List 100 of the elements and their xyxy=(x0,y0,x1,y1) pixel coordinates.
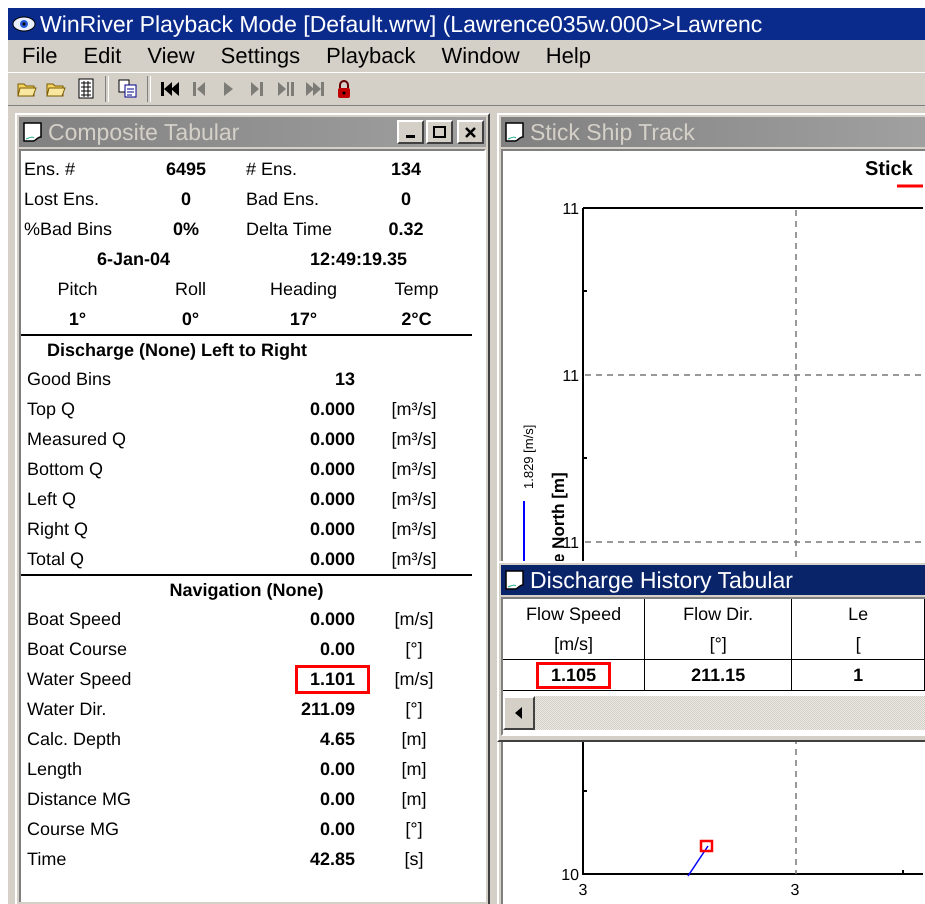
tick-label: 3 xyxy=(578,882,588,899)
field-label: Bottom Q xyxy=(26,458,104,480)
menu-item[interactable]: Edit xyxy=(75,43,130,69)
field-value: 2°C xyxy=(400,308,433,330)
field-value: 42.85 xyxy=(308,848,356,870)
menu-item[interactable]: View xyxy=(139,43,203,69)
track-drawing xyxy=(687,840,714,876)
table-cell: 1.105 xyxy=(536,662,612,688)
unit-label: [°] xyxy=(708,633,728,656)
field-label: Top Q xyxy=(26,398,76,420)
legend-line xyxy=(897,184,923,188)
field-label: Left Q xyxy=(26,488,78,510)
field-value: 0.000 xyxy=(308,518,356,540)
date-value: 6-Jan-04 xyxy=(96,248,172,270)
unit-label: [m³/s] xyxy=(390,518,438,540)
field-label: Calc. Depth xyxy=(26,728,122,750)
tick-label: 11 xyxy=(562,201,579,218)
field-value: 4.65 xyxy=(318,728,356,750)
field-value: 0.00 xyxy=(318,758,356,780)
field-value: 13 xyxy=(334,368,356,390)
field-value: 0.000 xyxy=(308,458,356,480)
tick-label: 10 xyxy=(561,867,579,884)
close-icon xyxy=(465,126,476,138)
field-value: 1° xyxy=(68,308,88,330)
window-title: Composite Tabular xyxy=(48,118,240,146)
field-label: Lost Ens. xyxy=(23,188,100,210)
field-label: %Bad Bins xyxy=(23,218,114,240)
close-button[interactable] xyxy=(457,120,484,144)
window-title: Discharge History Tabular xyxy=(530,566,794,594)
field-label: Pitch xyxy=(56,278,99,300)
field-value: 0 xyxy=(180,188,192,210)
column-header: Le xyxy=(847,603,870,626)
unit-label: [m³/s] xyxy=(390,548,438,570)
scrollbar[interactable] xyxy=(503,696,925,730)
tick-label: 3 xyxy=(790,882,800,899)
field-label: Length xyxy=(26,758,84,780)
field-label: Delta Time xyxy=(245,218,334,240)
table-cell-text: 211.15 xyxy=(690,664,746,686)
unit-label: [m³/s] xyxy=(390,428,438,450)
field-label: Time xyxy=(26,848,68,870)
field-value: 0.32 xyxy=(387,218,425,240)
document-icon xyxy=(22,121,44,143)
minimize-button[interactable] xyxy=(397,120,424,144)
tick-label: 11 xyxy=(562,535,579,552)
minimize-icon xyxy=(406,135,415,138)
field-value: 0.000 xyxy=(308,548,356,570)
field-value: 0.00 xyxy=(318,818,356,840)
field-value: 6495 xyxy=(164,158,208,180)
unit-label: [m/s] xyxy=(553,633,594,656)
window-title: Stick Ship Track xyxy=(530,118,696,146)
unit-label: [m] xyxy=(400,758,428,780)
left-arrow-icon xyxy=(513,706,525,720)
field-value: 0.00 xyxy=(318,638,356,660)
field-label: # Ens. xyxy=(245,158,298,180)
table-cell-text: 1 xyxy=(852,664,864,686)
field-value: 1.101 xyxy=(294,664,370,694)
field-label: Water Dir. xyxy=(26,698,108,720)
unit-label: [ xyxy=(854,633,862,656)
field-label: Course MG xyxy=(26,818,120,840)
unit-label: [°] xyxy=(404,818,424,840)
field-value: 0% xyxy=(172,218,200,240)
field-label: Distance MG xyxy=(26,788,132,810)
scroll-left-button[interactable] xyxy=(503,696,535,730)
menu-item[interactable]: Playback xyxy=(318,43,424,69)
section-heading: Discharge (None) Left to Right xyxy=(46,339,308,362)
document-icon xyxy=(504,569,526,591)
unit-label: [°] xyxy=(404,638,424,660)
app-logo-icon xyxy=(12,15,36,33)
field-label: Boat Course xyxy=(26,638,128,660)
unit-label: [m] xyxy=(400,728,428,750)
field-label: Ens. # xyxy=(23,158,76,180)
chart-title: Stick xyxy=(865,158,913,180)
unit-label: [m³/s] xyxy=(390,488,438,510)
unit-label: [m/s] xyxy=(394,608,434,630)
menu-item[interactable]: Help xyxy=(538,43,599,69)
field-label: Roll xyxy=(174,278,207,300)
tick-label: 11 xyxy=(562,368,579,385)
field-value: 0.00 xyxy=(318,788,356,810)
menu-item[interactable]: File xyxy=(14,43,66,69)
menu-item[interactable]: Window xyxy=(433,43,528,69)
unit-label: [m³/s] xyxy=(390,398,438,420)
field-value: 211.09 xyxy=(300,698,356,720)
field-value: 0° xyxy=(180,308,200,330)
window-title: WinRiver Playback Mode [Default.wrw] (Lawrence035w.000>>Lawrenc xyxy=(40,10,762,38)
field-value: 0.000 xyxy=(308,398,356,420)
field-label: Measured Q xyxy=(26,428,128,450)
field-label: Right Q xyxy=(26,518,90,540)
field-label: Bad Ens. xyxy=(245,188,320,210)
maximize-icon xyxy=(433,126,446,138)
field-value: 0 xyxy=(400,188,412,210)
field-value: 0.000 xyxy=(308,608,356,630)
menu-item[interactable]: Settings xyxy=(212,43,308,69)
unit-label: [°] xyxy=(404,698,424,720)
unit-label: [m/s] xyxy=(394,668,434,690)
time-value: 12:49:19.35 xyxy=(308,248,408,270)
maximize-button[interactable] xyxy=(426,120,453,144)
field-value: 0.000 xyxy=(308,488,356,510)
field-label: Heading xyxy=(268,278,338,300)
column-header: Flow Speed xyxy=(525,603,622,626)
document-icon xyxy=(504,121,526,143)
